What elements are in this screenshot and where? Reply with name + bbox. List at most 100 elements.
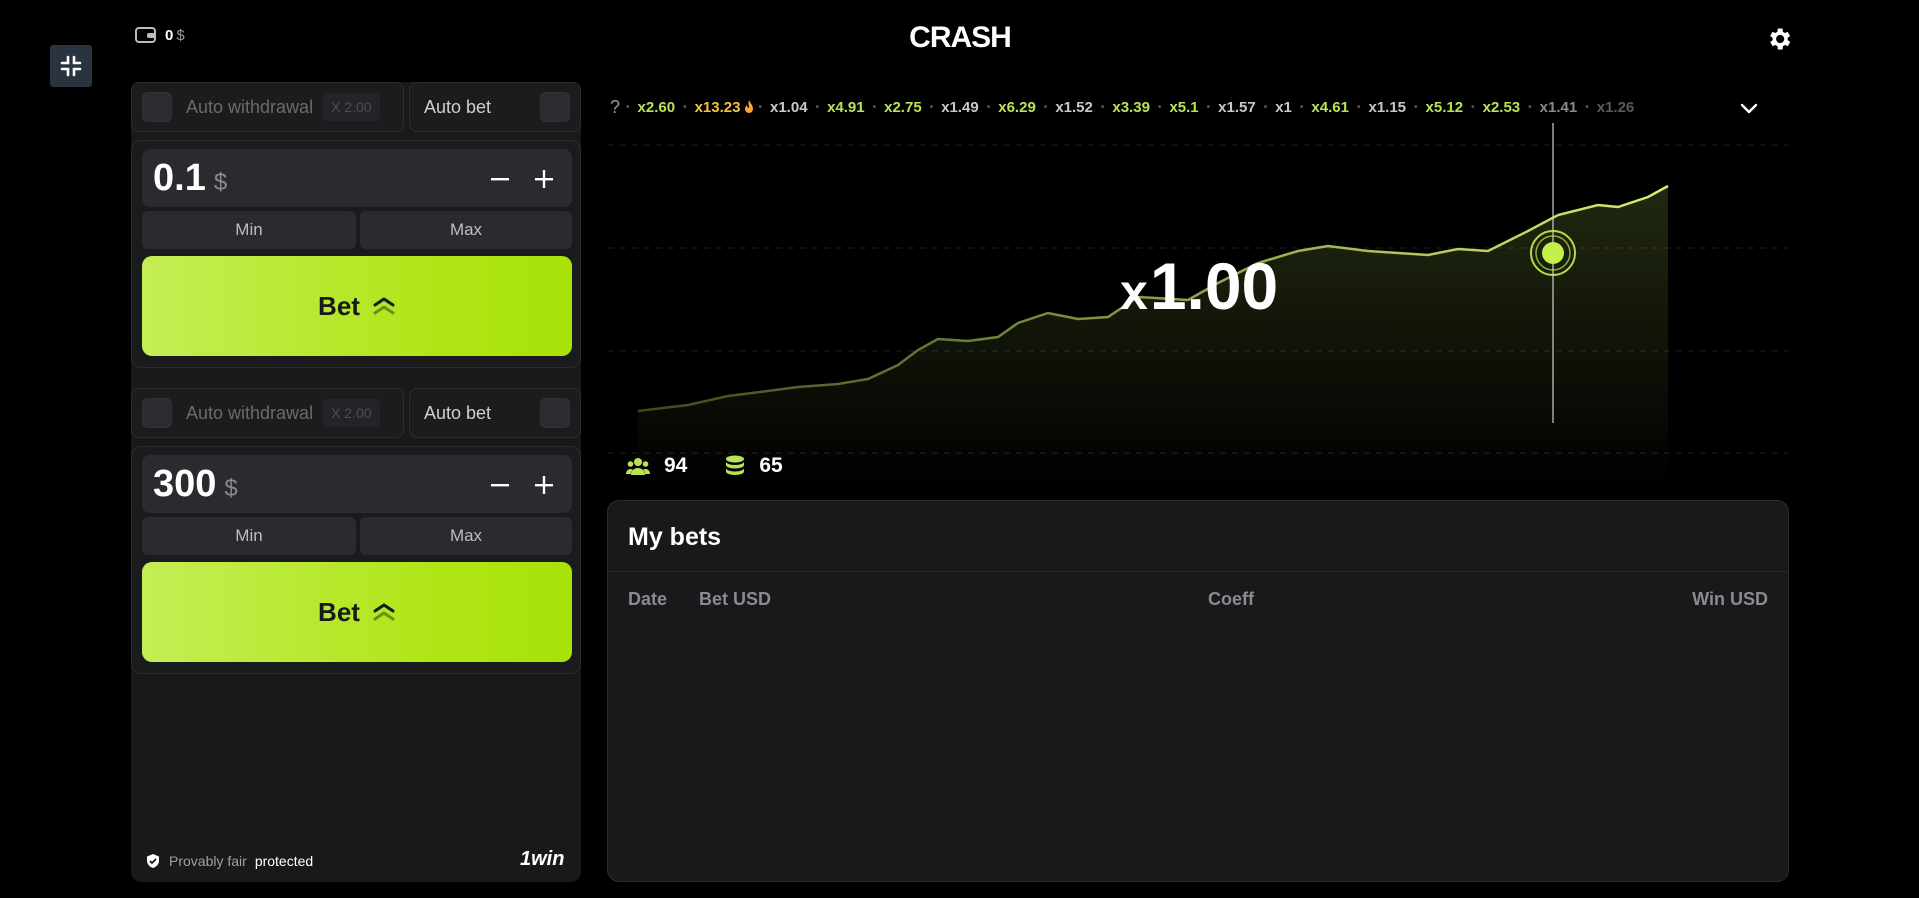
history-expand-button[interactable] [1737,96,1761,120]
history-multiplier[interactable]: x1.15 [1368,99,1406,116]
history-multiplier[interactable]: x2.53 [1483,99,1521,116]
bet-amount-value[interactable]: 0.1 [153,157,206,200]
collapse-button[interactable] [50,45,92,87]
bet-amount-field[interactable]: 0.1 $ [142,149,572,207]
increase-button[interactable] [524,465,564,505]
settings-button[interactable] [1765,25,1793,53]
separator-dot: • [1585,101,1589,113]
auto-withdrawal-label: Auto withdrawal [186,402,314,423]
coins-icon [726,455,745,475]
wallet-amount: 0 [165,26,174,44]
double-chevron-up-icon [373,603,395,621]
history-multiplier[interactable]: x1.49 [941,99,979,116]
decrease-button[interactable] [480,159,520,199]
bet-button[interactable]: Bet [142,562,572,662]
bet-button-label: Bet [318,596,360,627]
auto-withdrawal-checkbox[interactable] [142,398,172,428]
help-icon[interactable]: ? [610,97,620,118]
provably-fair-label: Provably fair [169,853,247,869]
history-multiplier[interactable]: x1.04 [770,99,808,116]
multiplier-prefix: x [1120,264,1148,320]
my-bets-panel: My bets Date Bet USD Coeff Win USD [607,500,1789,882]
history-multiplier[interactable]: x13.23 [695,99,741,116]
auto-withdrawal-toggle[interactable]: Auto withdrawal X 2.00 [131,82,404,132]
wallet-icon [135,27,156,43]
separator-dot: • [815,101,820,113]
shield-icon [147,854,159,868]
logo-text: CRASH [909,21,1012,54]
max-button[interactable]: Max [360,517,572,555]
bet-amount-value[interactable]: 300 [153,463,216,506]
bet-amount-currency: $ [224,475,238,502]
separator-dot: • [986,101,991,113]
history-multiplier[interactable]: x4.91 [827,99,865,116]
auto-withdrawal-value[interactable]: X 2.00 [323,93,380,121]
separator-dot: • [758,101,762,113]
divider [608,571,1788,572]
bet-amount-field[interactable]: 300 $ [142,455,572,513]
max-button[interactable]: Max [360,211,572,249]
separator-dot: • [1356,101,1361,113]
separator-dot: • [1299,101,1304,113]
separator-dot: • [1206,101,1211,113]
column-win: Win USD [1692,589,1768,609]
history-multiplier[interactable]: x5.12 [1426,99,1464,116]
bet-card: 0.1 $ Min Max Bet [131,140,581,368]
separator-dot: • [1157,101,1162,113]
auto-withdrawal-toggle[interactable]: Auto withdrawal X 2.00 [131,388,404,438]
round-stats: 94 65 [626,454,803,478]
wallet-balance[interactable]: 0 $ [135,26,185,44]
history-multiplier[interactable]: x1.41 [1540,99,1578,116]
auto-bet-toggle[interactable]: Auto bet [409,82,581,132]
players-count: 94 [664,454,688,477]
protected-label: protected [254,853,314,869]
multiplier-history: ? • x2.60 • x13.23 • x1.04 • x4.91 • x2.75 • x1.49 •… [610,93,1760,121]
separator-dot: • [626,101,630,113]
gear-icon [1770,28,1791,50]
history-multiplier[interactable]: x1.26 [1597,99,1635,116]
separator-dot: • [1100,101,1105,113]
auto-bet-label: Auto bet [424,96,492,117]
history-multiplier[interactable]: x1.52 [1055,99,1093,116]
min-button[interactable]: Min [142,211,356,249]
history-multiplier[interactable]: x2.75 [884,99,922,116]
column-coeff: Coeff [1208,589,1254,609]
separator-dot: • [1471,101,1475,113]
history-multiplier[interactable]: x6.29 [998,99,1036,116]
history-multiplier[interactable]: x5.1 [1169,99,1198,116]
auto-withdrawal-value[interactable]: X 2.00 [323,399,380,427]
users-icon [626,458,650,475]
chart-area [638,186,1668,488]
history-multiplier[interactable]: x4.61 [1311,99,1349,116]
auto-bet-checkbox[interactable] [540,398,570,428]
chevron-down-icon [1740,103,1758,114]
history-multiplier[interactable]: x2.60 [638,99,676,116]
history-multiplier[interactable]: x1.57 [1218,99,1256,116]
separator-dot: • [872,101,877,113]
wallet-currency: $ [176,26,185,44]
my-bets-title: My bets [628,523,722,551]
auto-bet-toggle[interactable]: Auto bet [409,388,581,438]
separator-dot: • [1263,101,1268,113]
history-multiplier[interactable]: x3.39 [1112,99,1150,116]
history-multiplier[interactable]: x1 [1275,99,1292,116]
increase-button[interactable] [524,159,564,199]
decrease-button[interactable] [480,465,520,505]
bet-card: 300 $ Min Max Bet [131,446,581,674]
separator-dot: • [929,101,934,113]
plus-icon [535,476,553,494]
minus-icon [491,178,509,181]
auto-withdrawal-label: Auto withdrawal [186,96,314,117]
auto-bet-checkbox[interactable] [540,92,570,122]
auto-withdrawal-checkbox[interactable] [142,92,172,122]
separator-dot: • [1528,101,1532,113]
collapse-icon [60,55,82,77]
auto-bet-label: Auto bet [424,402,492,423]
current-multiplier: x 1.00 [1120,248,1278,324]
min-button[interactable]: Min [142,517,356,555]
brand-logo: 1win [520,848,564,871]
column-bet: Bet USD [699,589,772,609]
bet-amount-currency: $ [213,169,228,196]
bet-button[interactable]: Bet [142,256,572,356]
provably-fair-link[interactable]: Provably fair protected [145,853,313,869]
